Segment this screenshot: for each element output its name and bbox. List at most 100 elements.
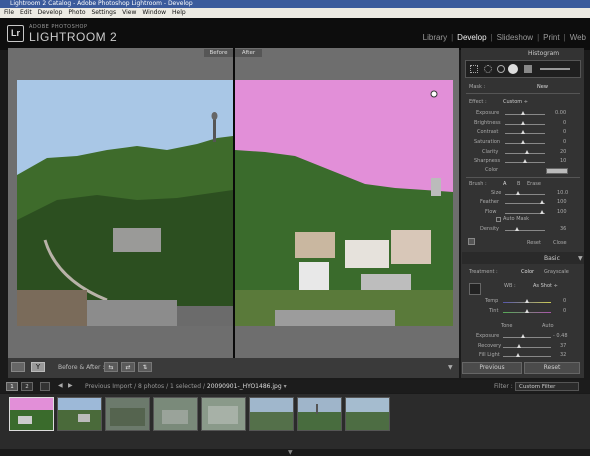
module-develop[interactable]: Develop	[457, 33, 486, 42]
redeye-icon[interactable]	[497, 65, 505, 73]
color-swatch[interactable]	[546, 168, 568, 174]
brush-erase-button[interactable]: Erase	[527, 181, 541, 187]
module-library[interactable]: Library	[423, 33, 447, 42]
brush-b-button[interactable]: B	[517, 181, 520, 187]
thumbnail-6[interactable]	[249, 397, 294, 431]
feather-knob[interactable]	[540, 200, 544, 204]
thumbnail-5[interactable]	[201, 397, 246, 431]
saturation-value[interactable]: 0	[563, 139, 566, 145]
copy-after-to-before-button[interactable]: ⇄	[121, 362, 135, 372]
flow-slider[interactable]	[505, 213, 545, 214]
density-knob[interactable]	[515, 227, 519, 231]
feather-value[interactable]: 100	[557, 199, 567, 205]
menu-file[interactable]: File	[4, 8, 14, 18]
before-after-view-button[interactable]: Y	[31, 362, 45, 372]
recovery-slider[interactable]	[503, 347, 551, 348]
menu-view[interactable]: View	[122, 8, 136, 18]
flow-knob[interactable]	[540, 210, 544, 214]
menu-edit[interactable]: Edit	[20, 8, 32, 18]
feather-slider[interactable]	[505, 203, 545, 204]
brush-reset-button[interactable]: Reset	[527, 240, 541, 246]
thumbnail-8[interactable]	[345, 397, 390, 431]
forward-arrow-icon[interactable]: ▶	[68, 382, 73, 389]
size-knob[interactable]	[516, 191, 520, 195]
split-divider[interactable]	[233, 48, 235, 358]
thumbnail-1[interactable]	[9, 397, 54, 431]
module-web[interactable]: Web	[570, 33, 586, 42]
grid-view-icon[interactable]	[40, 382, 50, 391]
contrast-slider[interactable]	[505, 133, 545, 134]
filmstrip-source-path[interactable]: Previous Import / 8 photos / 1 selected …	[85, 383, 287, 390]
tint-knob[interactable]	[525, 309, 529, 313]
fill-light-slider[interactable]	[503, 356, 551, 357]
back-arrow-icon[interactable]: ◀	[58, 382, 63, 389]
tone-auto-button[interactable]: Auto	[542, 323, 554, 329]
size-slider[interactable]	[505, 194, 545, 195]
brightness-knob[interactable]	[521, 121, 525, 125]
brush-a-button[interactable]: A	[503, 181, 506, 187]
density-value[interactable]: 36	[560, 226, 566, 232]
recovery-value[interactable]: 37	[560, 343, 566, 349]
crop-tool-icon[interactable]	[470, 65, 478, 73]
tone-exposure-knob[interactable]	[521, 334, 525, 338]
saturation-knob[interactable]	[521, 140, 525, 144]
clarity-value[interactable]: 20	[560, 149, 566, 155]
tone-exposure-value[interactable]: - 0.48	[553, 333, 568, 339]
thumbnail-2[interactable]	[57, 397, 102, 431]
mask-new-button[interactable]: New	[537, 84, 548, 90]
fill-light-value[interactable]: 32	[560, 352, 566, 358]
menu-window[interactable]: Window	[142, 8, 166, 18]
swap-settings-button[interactable]: ⇅	[138, 362, 152, 372]
contrast-value[interactable]: 0	[563, 129, 566, 135]
module-slideshow[interactable]: Slideshow	[497, 33, 533, 42]
graduated-filter-icon[interactable]	[508, 64, 518, 74]
tone-exposure-slider[interactable]	[503, 337, 551, 338]
tint-value[interactable]: 0	[563, 308, 566, 314]
thumbnail-3[interactable]	[105, 397, 150, 431]
brush-slider-icon[interactable]	[540, 68, 570, 70]
exposure-knob[interactable]	[521, 111, 525, 115]
panel-toggle-icon[interactable]	[468, 238, 475, 245]
collapse-triangle-icon[interactable]: ▼	[578, 255, 583, 262]
fill-light-knob[interactable]	[516, 353, 520, 357]
filter-dropdown[interactable]: Custom Filter	[515, 382, 579, 391]
sharpness-knob[interactable]	[523, 159, 527, 163]
treatment-grayscale[interactable]: Grayscale	[544, 269, 569, 275]
brightness-value[interactable]: 0	[563, 120, 566, 126]
spot-removal-icon[interactable]	[484, 65, 492, 73]
recovery-knob[interactable]	[517, 344, 521, 348]
saturation-slider[interactable]	[505, 143, 545, 144]
density-slider[interactable]	[505, 230, 545, 231]
menu-develop[interactable]: Develop	[38, 8, 63, 18]
clarity-knob[interactable]	[525, 150, 529, 154]
filmstrip-collapse-icon[interactable]: ▼	[288, 449, 293, 456]
wb-eyedropper-icon[interactable]	[469, 283, 481, 295]
menu-settings[interactable]: Settings	[92, 8, 117, 18]
previous-button[interactable]: Previous	[462, 362, 522, 374]
loupe-view-button[interactable]	[11, 362, 25, 372]
basic-header[interactable]: Basic	[544, 255, 560, 262]
thumbnail-7[interactable]	[297, 397, 342, 431]
thumbnail-4[interactable]	[153, 397, 198, 431]
contrast-knob[interactable]	[521, 130, 525, 134]
temp-knob[interactable]	[525, 299, 529, 303]
effect-dropdown[interactable]: Custom ÷	[503, 99, 528, 105]
module-print[interactable]: Print	[543, 33, 559, 42]
menu-help[interactable]: Help	[172, 8, 186, 18]
size-value[interactable]: 10.0	[557, 190, 568, 196]
sharpness-value[interactable]: 10	[560, 158, 566, 164]
histogram-header[interactable]: Histogram	[528, 50, 559, 57]
secondary-window-2-button[interactable]: 2	[21, 382, 33, 391]
secondary-window-1-button[interactable]: 1	[6, 382, 18, 391]
reset-button[interactable]: Reset	[524, 362, 580, 374]
toolbar-menu-icon[interactable]: ▼	[448, 364, 453, 371]
copy-before-to-after-button[interactable]: ⇆	[104, 362, 118, 372]
temp-value[interactable]: 0	[563, 298, 566, 304]
treatment-color[interactable]: Color	[521, 269, 534, 275]
exposure-value[interactable]: 0.00	[555, 110, 566, 116]
menu-photo[interactable]: Photo	[68, 8, 85, 18]
automask-checkbox[interactable]	[496, 217, 501, 222]
exposure-slider[interactable]	[505, 114, 545, 115]
flow-value[interactable]: 100	[557, 209, 567, 215]
brightness-slider[interactable]	[505, 124, 545, 125]
